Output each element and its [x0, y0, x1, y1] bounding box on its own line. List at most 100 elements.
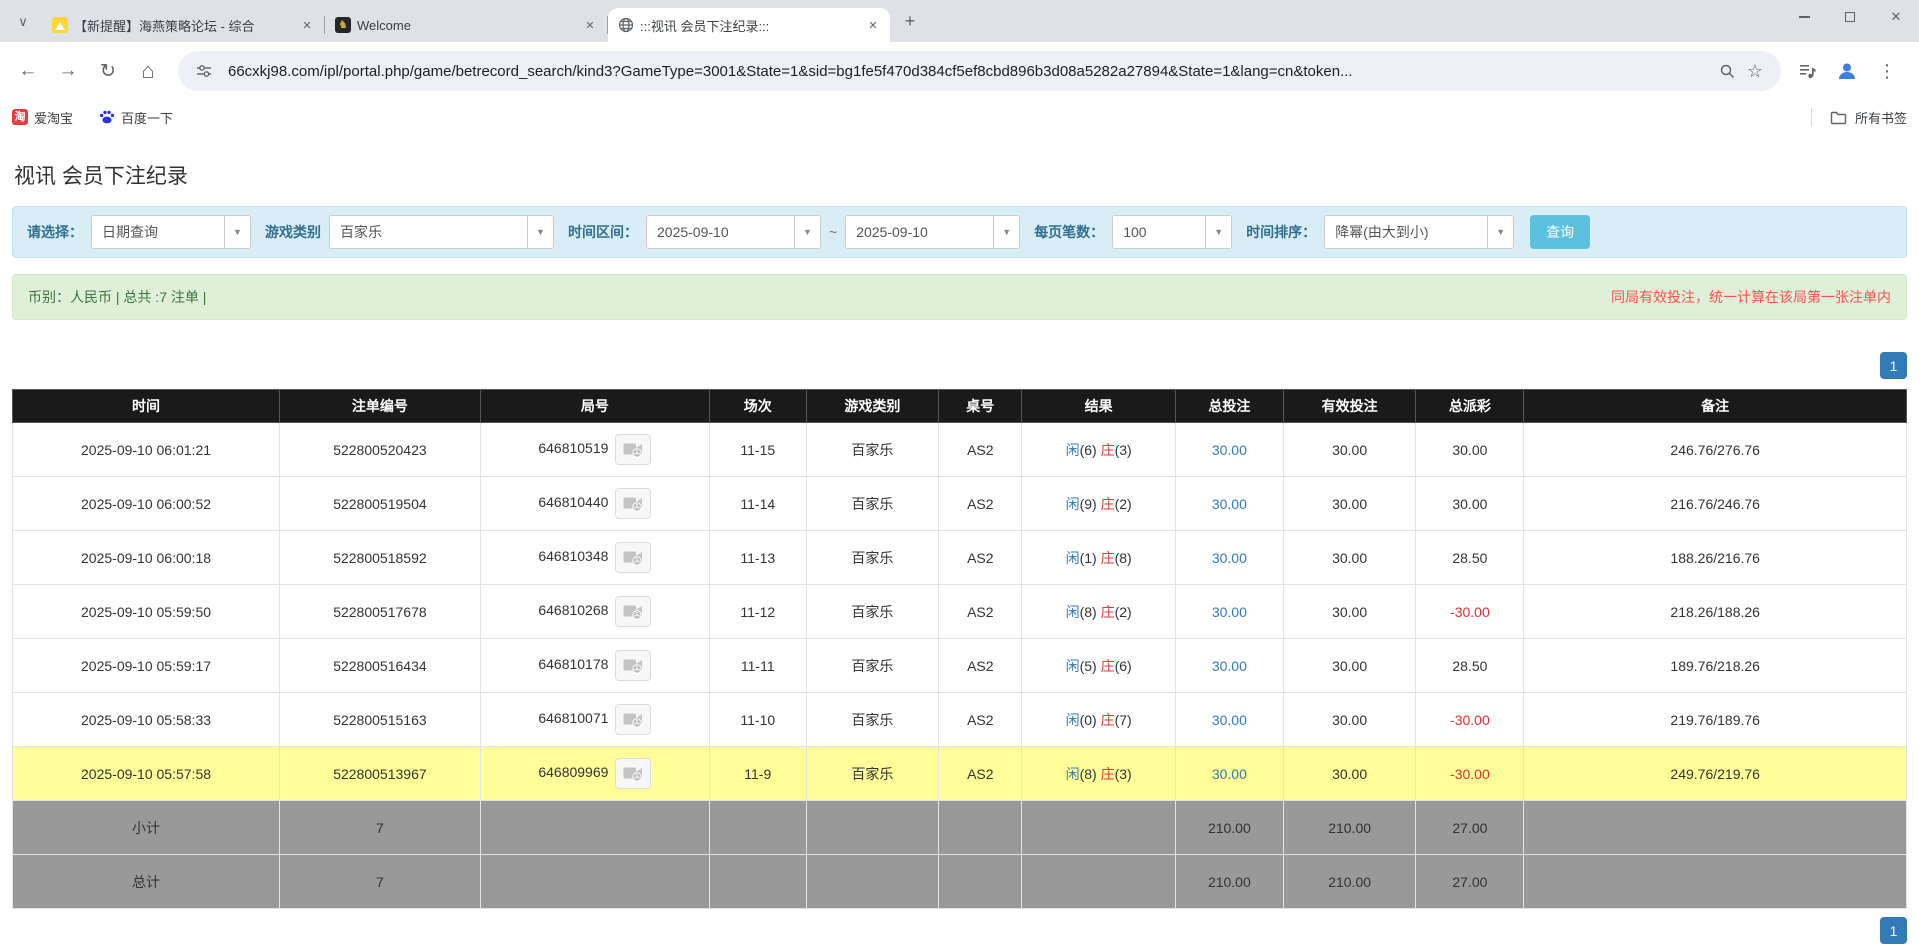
category-select[interactable]: 百家乐 ▼ — [329, 215, 554, 249]
bookmark-baidu[interactable]: 百度一下 — [99, 108, 173, 127]
cell-time: 2025-09-10 05:57:58 — [13, 747, 280, 801]
empty-cell — [939, 801, 1022, 855]
player-result-value: (9) — [1080, 496, 1097, 512]
cell-round-no: 646810440 — [480, 477, 709, 531]
total-bet-link[interactable]: 30.00 — [1212, 442, 1247, 458]
browser-menu-icon[interactable]: ⋮ — [1869, 53, 1905, 89]
all-bookmarks-button[interactable]: 所有书签 — [1855, 108, 1907, 127]
video-replay-button[interactable] — [615, 434, 651, 465]
bet-records-table: 时间 注单编号 局号 场次 游戏类别 桌号 结果 总投注 有效投注 总派彩 备注… — [12, 389, 1907, 909]
search-button[interactable]: 查询 — [1530, 215, 1590, 249]
new-tab-button[interactable]: + — [896, 7, 924, 35]
profile-avatar[interactable] — [1829, 53, 1865, 89]
total-label: 总计 — [13, 855, 280, 909]
bookmark-taobao[interactable]: 淘 爱淘宝 — [12, 108, 73, 127]
cell-valid-bet: 30.00 — [1283, 585, 1416, 639]
minimize-button[interactable] — [1781, 0, 1827, 34]
forward-icon[interactable]: → — [50, 53, 86, 89]
header-remark: 备注 — [1524, 390, 1907, 423]
tab-bet-records-active[interactable]: :::视讯 会员下注纪录::: ✕ — [608, 8, 890, 42]
total-bet-link[interactable]: 30.00 — [1212, 658, 1247, 674]
tab-forum[interactable]: 【新提醒】海燕策略论坛 - 综合 ✕ — [42, 8, 324, 42]
cell-result: 闲(0) 庄(7) — [1022, 693, 1175, 747]
empty-cell — [939, 855, 1022, 909]
media-controls-icon[interactable] — [1789, 53, 1825, 89]
cell-game-type: 百家乐 — [806, 693, 939, 747]
back-icon[interactable]: ← — [10, 53, 46, 89]
table-row: 2025-09-10 05:59:50 522800517678 6468102… — [13, 585, 1907, 639]
cell-total-bet: 30.00 — [1175, 747, 1283, 801]
cell-result: 闲(8) 庄(2) — [1022, 585, 1175, 639]
per-page-select[interactable]: 100 ▼ — [1112, 215, 1232, 249]
banker-result-value: (7) — [1115, 712, 1132, 728]
cell-table-no: AS2 — [939, 693, 1022, 747]
date-from-select[interactable]: 2025-09-10 ▼ — [646, 215, 821, 249]
player-result-label: 闲 — [1066, 766, 1080, 782]
globe-icon — [618, 17, 634, 33]
cell-total-bet: 30.00 — [1175, 639, 1283, 693]
video-replay-button[interactable] — [615, 758, 651, 789]
cell-bet-no: 522800515163 — [280, 693, 481, 747]
total-payout: 27.00 — [1416, 855, 1524, 909]
total-total-bet: 210.00 — [1175, 855, 1283, 909]
total-bet-link[interactable]: 30.00 — [1212, 766, 1247, 782]
maximize-button[interactable] — [1827, 0, 1873, 34]
bookmark-star-icon[interactable]: ☆ — [1741, 57, 1769, 85]
banker-result-value: (2) — [1115, 496, 1132, 512]
address-bar[interactable]: 66cxkj98.com/ipl/portal.php/game/betreco… — [178, 51, 1781, 91]
empty-cell — [1022, 801, 1175, 855]
reload-icon[interactable]: ↻ — [90, 53, 126, 89]
video-replay-button[interactable] — [615, 542, 651, 573]
url-text[interactable]: 66cxkj98.com/ipl/portal.php/game/betreco… — [228, 63, 1713, 80]
header-total-bet: 总投注 — [1175, 390, 1283, 423]
cell-payout: 30.00 — [1416, 423, 1524, 477]
header-result: 结果 — [1022, 390, 1175, 423]
cell-result: 闲(1) 庄(8) — [1022, 531, 1175, 585]
tab-close-icon[interactable]: ✕ — [864, 16, 882, 34]
cell-valid-bet: 30.00 — [1283, 693, 1416, 747]
cell-total-bet: 30.00 — [1175, 423, 1283, 477]
cell-remark: 188.26/216.76 — [1524, 531, 1907, 585]
tab-close-icon[interactable]: ✕ — [298, 16, 316, 34]
banker-result-label: 庄 — [1101, 550, 1115, 566]
table-row: 2025-09-10 06:00:52 522800519504 6468104… — [13, 477, 1907, 531]
sort-select[interactable]: 降幂(由大到小) ▼ — [1324, 215, 1514, 249]
empty-cell — [1022, 855, 1175, 909]
cell-table-no: AS2 — [939, 747, 1022, 801]
zoom-icon[interactable] — [1713, 57, 1741, 85]
cell-bet-no: 522800513967 — [280, 747, 481, 801]
cell-round-no: 646810178 — [480, 639, 709, 693]
banker-result-value: (6) — [1115, 658, 1132, 674]
video-replay-button[interactable] — [615, 704, 651, 735]
home-icon[interactable]: ⌂ — [130, 53, 166, 89]
total-bet-link[interactable]: 30.00 — [1212, 496, 1247, 512]
cell-valid-bet: 30.00 — [1283, 477, 1416, 531]
round-no-text: 646809969 — [538, 764, 608, 780]
video-replay-button[interactable] — [615, 488, 651, 519]
total-bet-link[interactable]: 30.00 — [1212, 712, 1247, 728]
total-bet-link[interactable]: 30.00 — [1212, 550, 1247, 566]
tab-close-icon[interactable]: ✕ — [581, 16, 599, 34]
mode-select[interactable]: 日期查询 ▼ — [91, 215, 251, 249]
page-1-button[interactable]: 1 — [1880, 352, 1907, 379]
video-replay-button[interactable] — [615, 596, 651, 627]
range-tilde: ~ — [829, 224, 837, 240]
date-to-select[interactable]: 2025-09-10 ▼ — [845, 215, 1020, 249]
page-1-button[interactable]: 1 — [1880, 917, 1907, 944]
chevron-down-icon: ▼ — [993, 216, 1019, 248]
tab-welcome[interactable]: ♞ Welcome ✕ — [325, 8, 607, 42]
banker-result-value: (8) — [1115, 550, 1132, 566]
cell-session: 11-10 — [709, 693, 806, 747]
tab-search-button[interactable]: ∨ — [8, 7, 38, 37]
cell-total-bet: 30.00 — [1175, 531, 1283, 585]
video-replay-button[interactable] — [615, 650, 651, 681]
cell-game-type: 百家乐 — [806, 477, 939, 531]
player-result-value: (0) — [1080, 712, 1097, 728]
tab-title: :::视讯 会员下注纪录::: — [640, 16, 858, 35]
cell-game-type: 百家乐 — [806, 747, 939, 801]
total-bet-link[interactable]: 30.00 — [1212, 604, 1247, 620]
table-row: 2025-09-10 05:57:58 522800513967 6468099… — [13, 747, 1907, 801]
round-no-text: 646810519 — [538, 440, 608, 456]
tune-icon[interactable] — [190, 57, 218, 85]
close-window-button[interactable]: ✕ — [1873, 0, 1919, 34]
